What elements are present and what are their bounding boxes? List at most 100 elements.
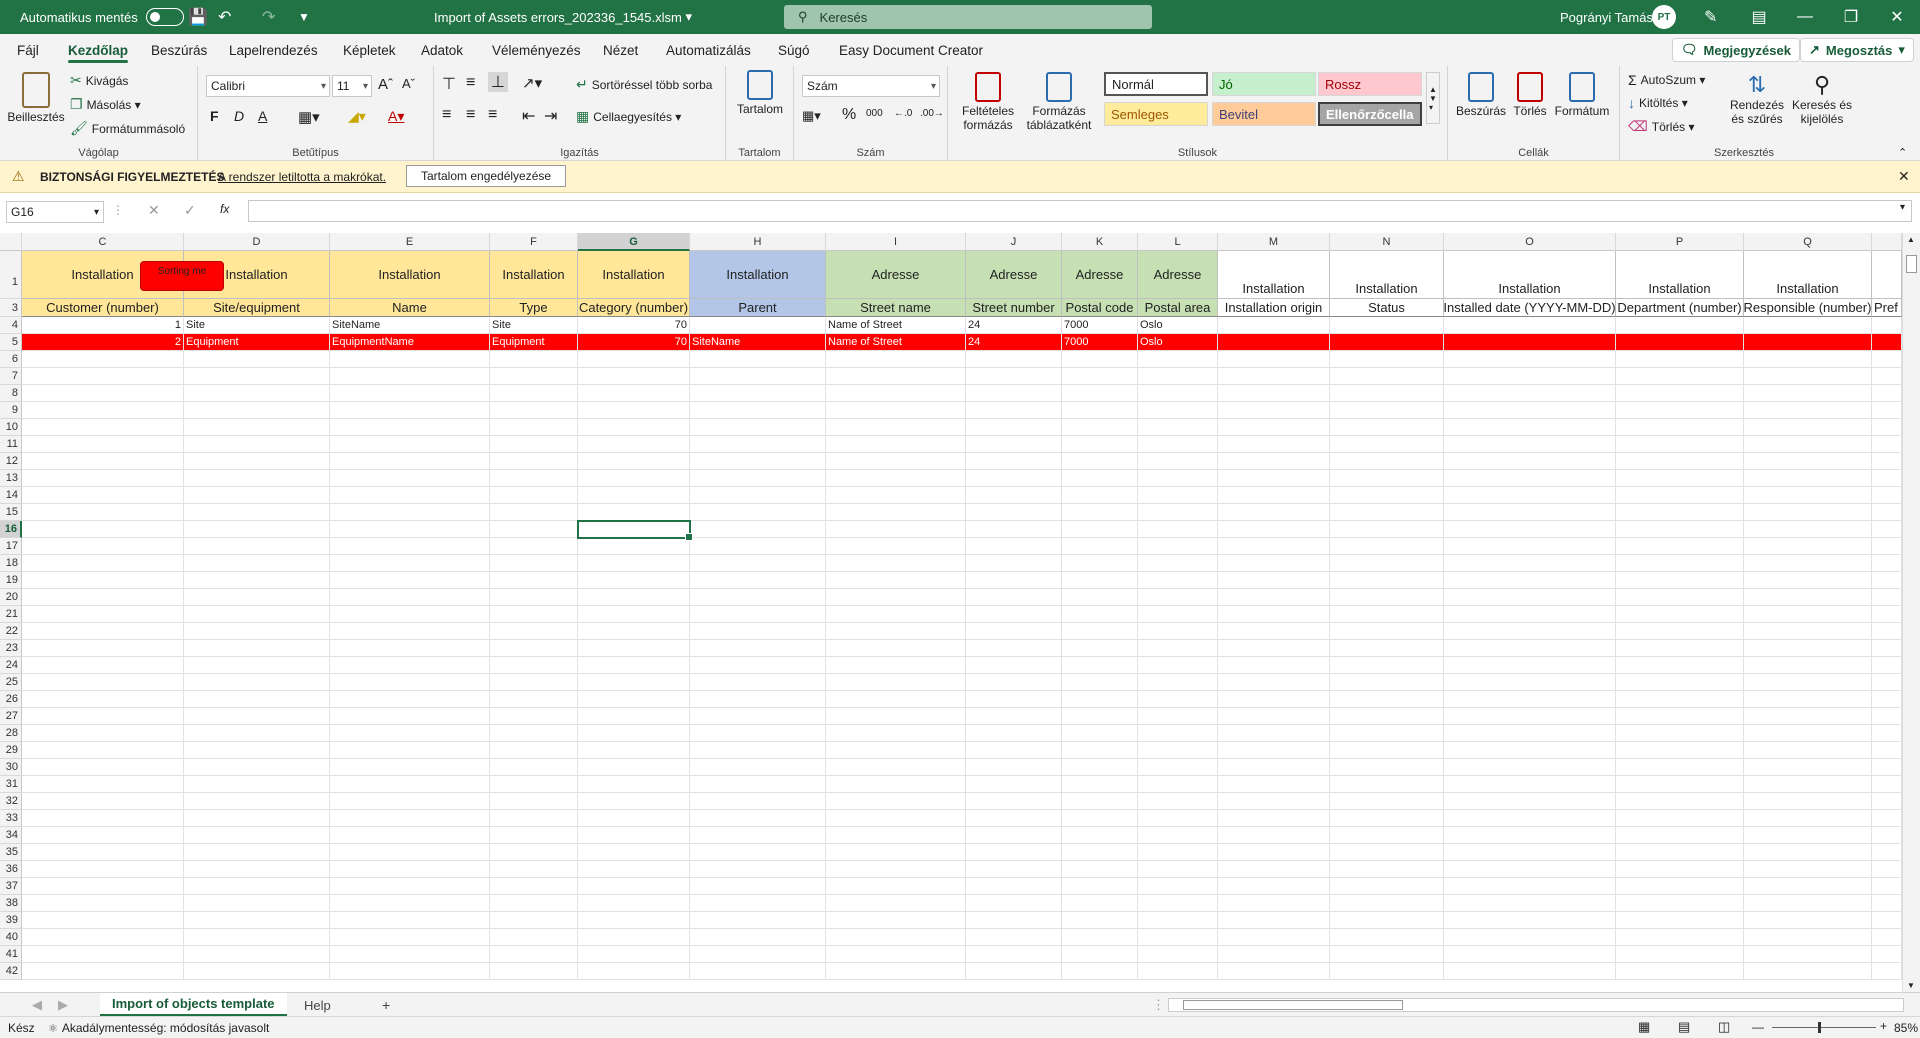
grid-cell[interactable]: [826, 793, 966, 810]
grid-cell[interactable]: [1218, 572, 1330, 589]
grid-cell[interactable]: [690, 708, 826, 725]
grid-cell[interactable]: [184, 793, 330, 810]
grid-cell[interactable]: [1744, 759, 1872, 776]
grid-cell[interactable]: [578, 589, 690, 606]
grid-cell[interactable]: [1444, 385, 1616, 402]
grid-cell[interactable]: [1062, 504, 1138, 521]
column-header-g[interactable]: G: [578, 233, 690, 251]
thousands-icon[interactable]: 000: [866, 108, 883, 119]
style-input[interactable]: Bevitel: [1212, 102, 1316, 126]
grid-cell[interactable]: [22, 759, 184, 776]
grid-cell[interactable]: [184, 521, 330, 538]
grid-cell[interactable]: [22, 827, 184, 844]
grid-cell[interactable]: [1218, 623, 1330, 640]
grid-cell[interactable]: [690, 793, 826, 810]
grid-cell[interactable]: [184, 759, 330, 776]
grid-cell[interactable]: [490, 385, 578, 402]
grid-cell[interactable]: [826, 351, 966, 368]
grid-cell[interactable]: [1744, 572, 1872, 589]
grid-cell[interactable]: [1616, 504, 1744, 521]
grid-cell[interactable]: [1062, 351, 1138, 368]
grid-cell[interactable]: [184, 385, 330, 402]
increase-indent-icon[interactable]: ⇥: [544, 106, 557, 126]
row-header-16[interactable]: 16: [0, 521, 22, 538]
grid-cell[interactable]: [826, 776, 966, 793]
grid-cell[interactable]: [966, 827, 1062, 844]
grid-cell[interactable]: [1616, 385, 1744, 402]
grid-cell[interactable]: [1330, 385, 1444, 402]
grid-cell[interactable]: [184, 487, 330, 504]
grid-cell[interactable]: [490, 606, 578, 623]
security-message-link[interactable]: A rendszer letiltotta a makrókat.: [218, 170, 386, 184]
grid-cell[interactable]: [184, 895, 330, 912]
grid-cell[interactable]: [690, 606, 826, 623]
grid-cell[interactable]: [22, 776, 184, 793]
grid-cell[interactable]: [1872, 470, 1902, 487]
grid-cell[interactable]: [690, 504, 826, 521]
copy-button[interactable]: ❐ Másolás ▾: [70, 96, 141, 113]
grid-cell[interactable]: [490, 453, 578, 470]
grid-cell[interactable]: [1330, 368, 1444, 385]
grid-cell[interactable]: [826, 555, 966, 572]
grid-cell[interactable]: [1744, 521, 1872, 538]
grid-cell[interactable]: [1616, 844, 1744, 861]
grid-cell[interactable]: [1444, 623, 1616, 640]
row-header-21[interactable]: 21: [0, 606, 22, 623]
data-cell[interactable]: [1744, 334, 1872, 351]
grid-cell[interactable]: [1218, 963, 1330, 980]
grid-cell[interactable]: [1872, 521, 1902, 538]
grid-cell[interactable]: [1062, 912, 1138, 929]
grid-cell[interactable]: [690, 623, 826, 640]
grid-cell[interactable]: [490, 861, 578, 878]
grid-cell[interactable]: [690, 572, 826, 589]
grid-cell[interactable]: [1616, 487, 1744, 504]
grid-cell[interactable]: [1330, 776, 1444, 793]
grid-cell[interactable]: [1218, 402, 1330, 419]
data-cell[interactable]: 7000: [1062, 317, 1138, 334]
row-header-23[interactable]: 23: [0, 640, 22, 657]
grid-cell[interactable]: [1444, 742, 1616, 759]
grid-cell[interactable]: [22, 453, 184, 470]
autosave-toggle[interactable]: [145, 8, 184, 26]
grid-cell[interactable]: [184, 827, 330, 844]
grid-cell[interactable]: [1138, 589, 1218, 606]
grid-cell[interactable]: [690, 674, 826, 691]
grid-cell[interactable]: [1744, 708, 1872, 725]
grid-cell[interactable]: [578, 742, 690, 759]
grid-cell[interactable]: [1330, 708, 1444, 725]
grid-cell[interactable]: [1744, 725, 1872, 742]
grid-cell[interactable]: [1218, 776, 1330, 793]
grid-cell[interactable]: [1218, 895, 1330, 912]
row-header-3[interactable]: 3: [0, 299, 22, 317]
grid-cell[interactable]: [1872, 402, 1902, 419]
grid-cell[interactable]: [966, 555, 1062, 572]
row-header-28[interactable]: 28: [0, 725, 22, 742]
grid-cell[interactable]: [1330, 470, 1444, 487]
grid-cell[interactable]: [966, 487, 1062, 504]
grid-cell[interactable]: [1616, 419, 1744, 436]
grid-cell[interactable]: [22, 538, 184, 555]
row-header-6[interactable]: 6: [0, 351, 22, 368]
grid-cell[interactable]: [1062, 793, 1138, 810]
grid-cell[interactable]: [1062, 555, 1138, 572]
grid-cell[interactable]: [1872, 810, 1902, 827]
data-cell[interactable]: [1744, 317, 1872, 334]
grid-cell[interactable]: [578, 402, 690, 419]
grid-cell[interactable]: [330, 759, 490, 776]
expand-formula-icon[interactable]: ▾: [1900, 202, 1905, 213]
grid-cell[interactable]: [1138, 470, 1218, 487]
grid-cell[interactable]: [966, 657, 1062, 674]
grid-cell[interactable]: [1330, 572, 1444, 589]
grid-cell[interactable]: [1616, 572, 1744, 589]
sorting-me-button[interactable]: Sorting me: [140, 261, 224, 291]
grid-cell[interactable]: [1062, 402, 1138, 419]
data-cell[interactable]: [1616, 334, 1744, 351]
grid-cell[interactable]: [578, 929, 690, 946]
grid-cell[interactable]: [330, 470, 490, 487]
grid-cell[interactable]: [826, 453, 966, 470]
grid-cell[interactable]: [578, 844, 690, 861]
grid-cell[interactable]: [1444, 827, 1616, 844]
grid-cell[interactable]: [966, 844, 1062, 861]
menu-file[interactable]: Fájl: [17, 34, 39, 66]
insert-cells-button[interactable]: Beszúrás: [1456, 72, 1506, 118]
